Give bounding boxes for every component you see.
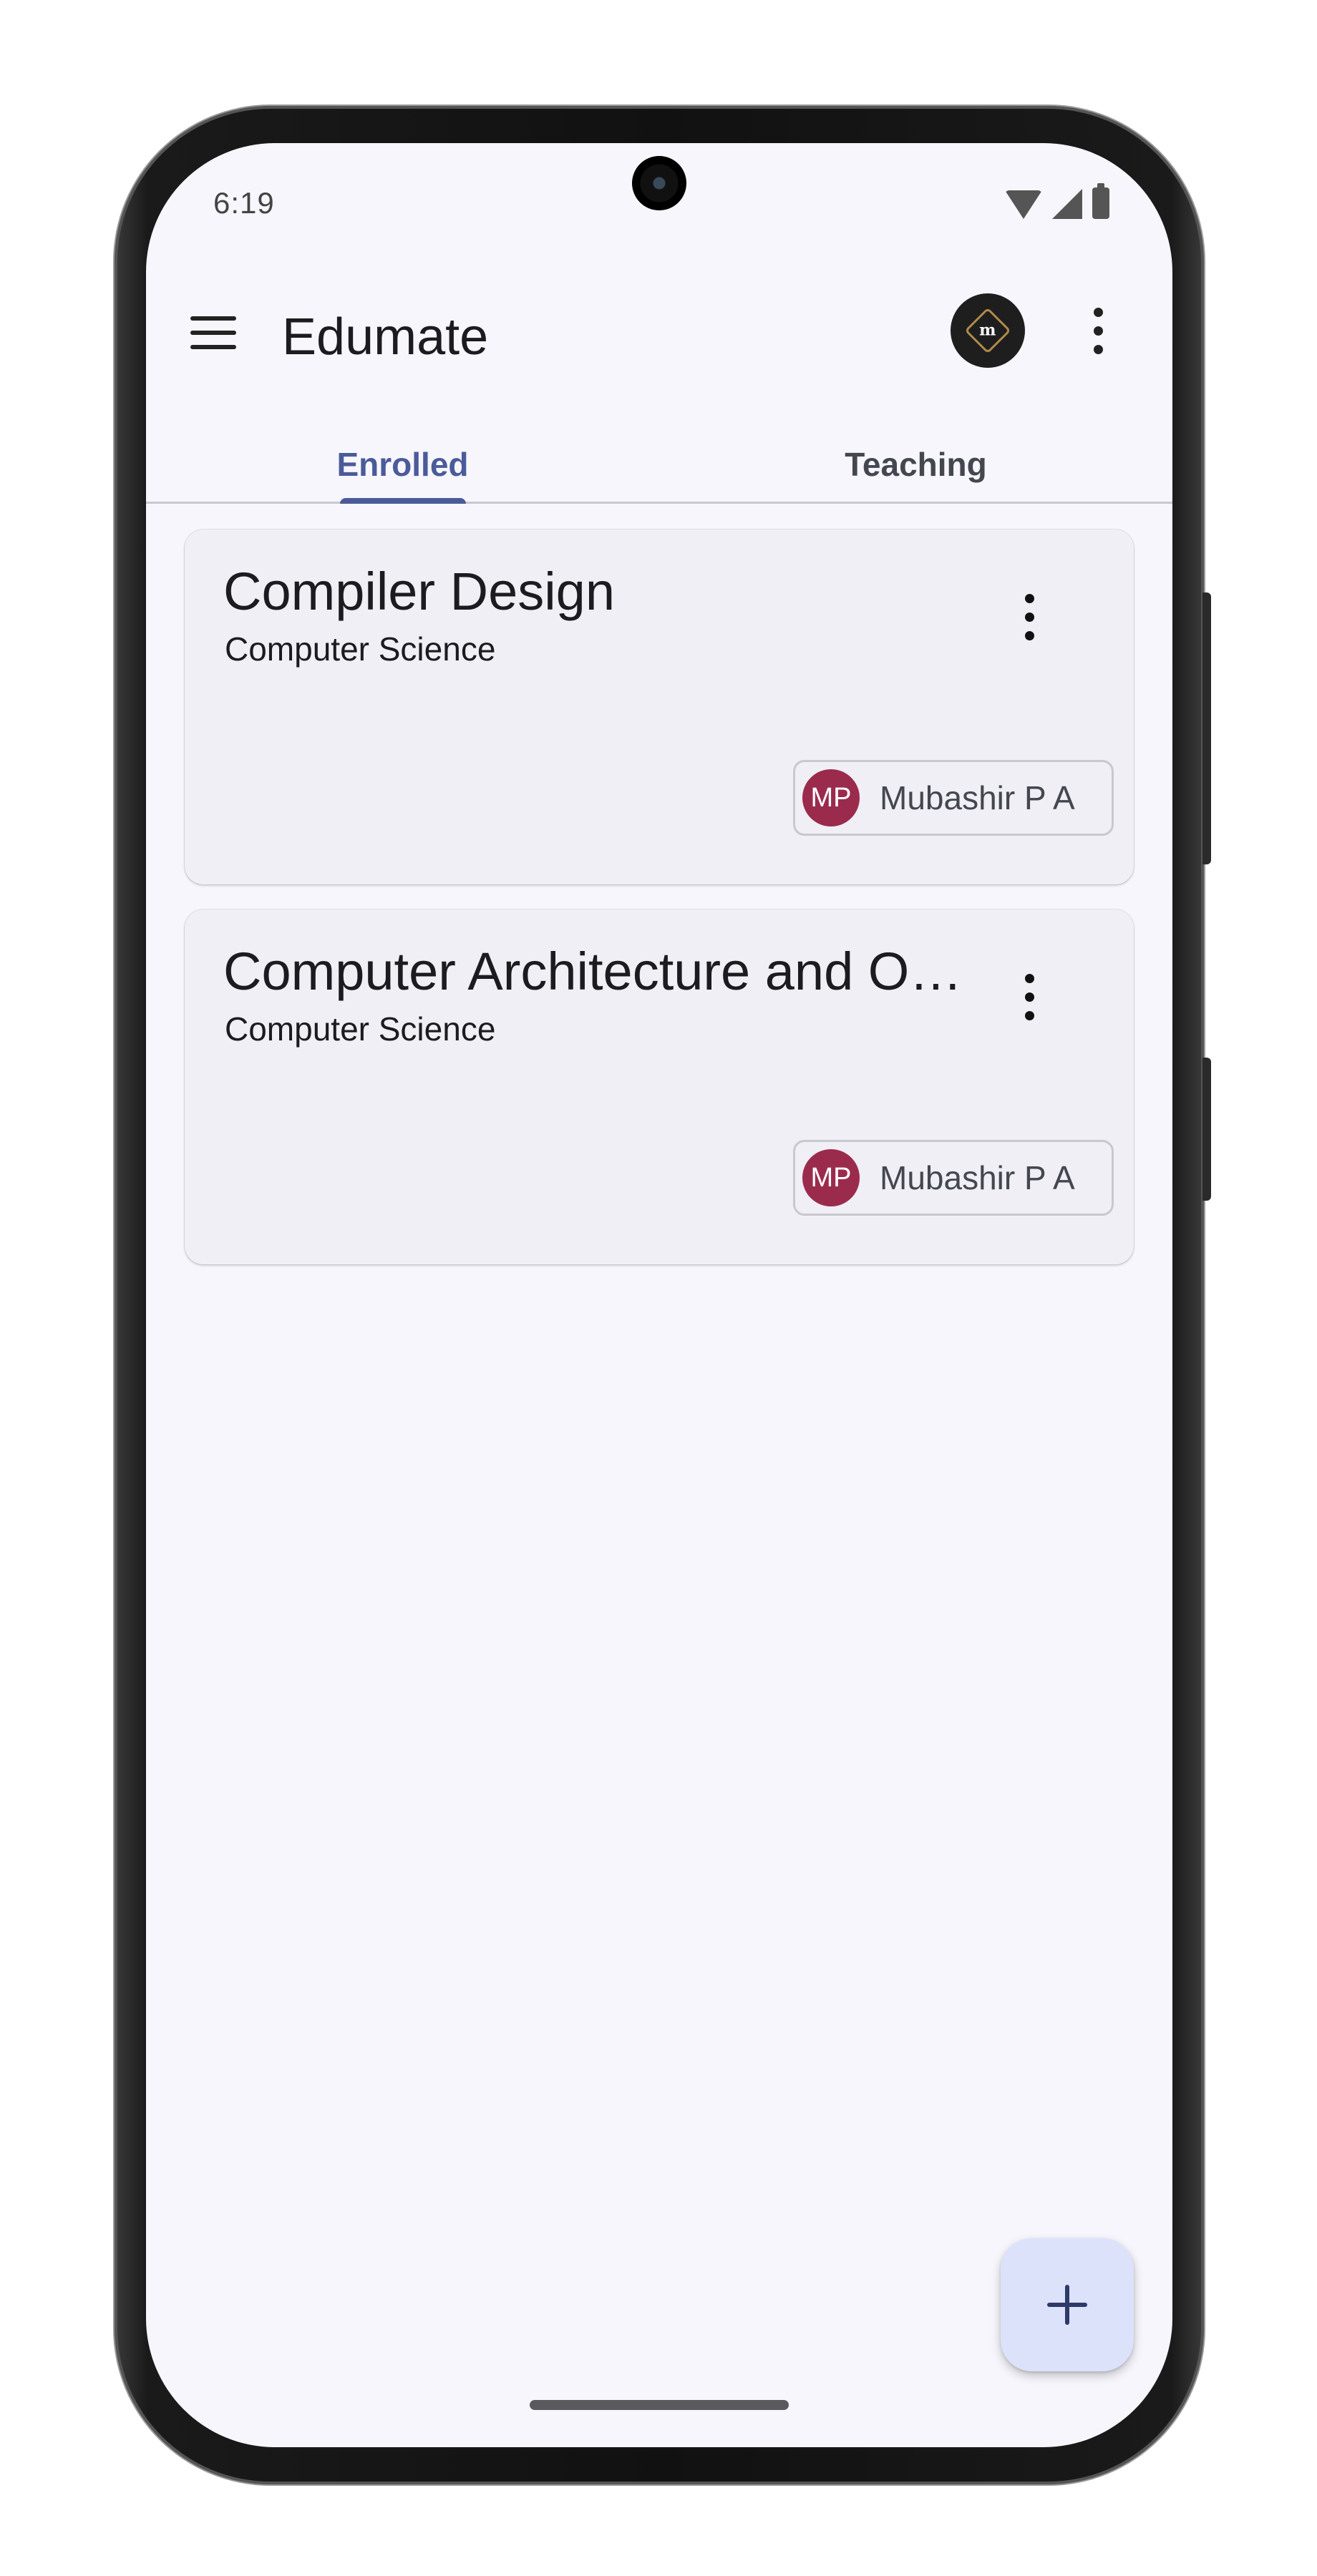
course-subtitle: Computer Science (225, 1010, 496, 1048)
menu-icon[interactable] (190, 316, 236, 349)
course-card[interactable]: Compiler Design Computer Science MP Muba… (185, 530, 1134, 884)
logo-icon: m (964, 307, 1011, 354)
tab-label: Teaching (845, 446, 987, 483)
front-camera (632, 156, 686, 210)
battery-icon (1092, 183, 1109, 219)
teacher-avatar: MP (802, 1149, 860, 1206)
status-bar: 6:19 (146, 143, 1172, 258)
teacher-avatar: MP (802, 769, 860, 826)
more-options-icon[interactable] (1084, 308, 1112, 355)
teacher-name: Mubashir P A (880, 1159, 1075, 1196)
logo-text: m (979, 321, 996, 340)
app-bar: Edumate m (146, 272, 1172, 415)
tab-enrolled[interactable]: Enrolled (146, 415, 659, 504)
course-subtitle: Computer Science (225, 630, 496, 668)
course-title: Compiler Design (223, 562, 615, 621)
tab-teaching[interactable]: Teaching (659, 415, 1172, 504)
teacher-chip[interactable]: MP Mubashir P A (793, 760, 1114, 836)
course-more-icon[interactable] (1015, 594, 1044, 641)
status-icons (1005, 183, 1109, 219)
course-title: Computer Architecture and Or… (223, 942, 968, 1001)
plus-icon (1047, 2285, 1087, 2325)
home-indicator[interactable] (530, 2400, 789, 2410)
phone-frame: 6:19 Edumate m Enrolled Teaching Compile… (115, 106, 1211, 2484)
wifi-icon (1005, 190, 1042, 219)
signal-icon (1052, 189, 1082, 219)
app-title: Edumate (282, 308, 489, 366)
tab-indicator (340, 498, 466, 504)
course-card[interactable]: Computer Architecture and Or… Computer S… (185, 909, 1134, 1264)
volume-button (1202, 592, 1211, 864)
account-avatar[interactable]: m (951, 293, 1025, 368)
course-more-icon[interactable] (1015, 974, 1044, 1021)
tab-bar: Enrolled Teaching (146, 415, 1172, 504)
tab-label: Enrolled (336, 446, 469, 483)
status-time: 6:19 (213, 186, 275, 220)
teacher-name: Mubashir P A (880, 779, 1075, 816)
add-course-button[interactable] (1001, 2238, 1134, 2371)
screen: 6:19 Edumate m Enrolled Teaching Compile… (146, 143, 1172, 2447)
teacher-chip[interactable]: MP Mubashir P A (793, 1140, 1114, 1216)
power-button (1202, 1058, 1211, 1201)
